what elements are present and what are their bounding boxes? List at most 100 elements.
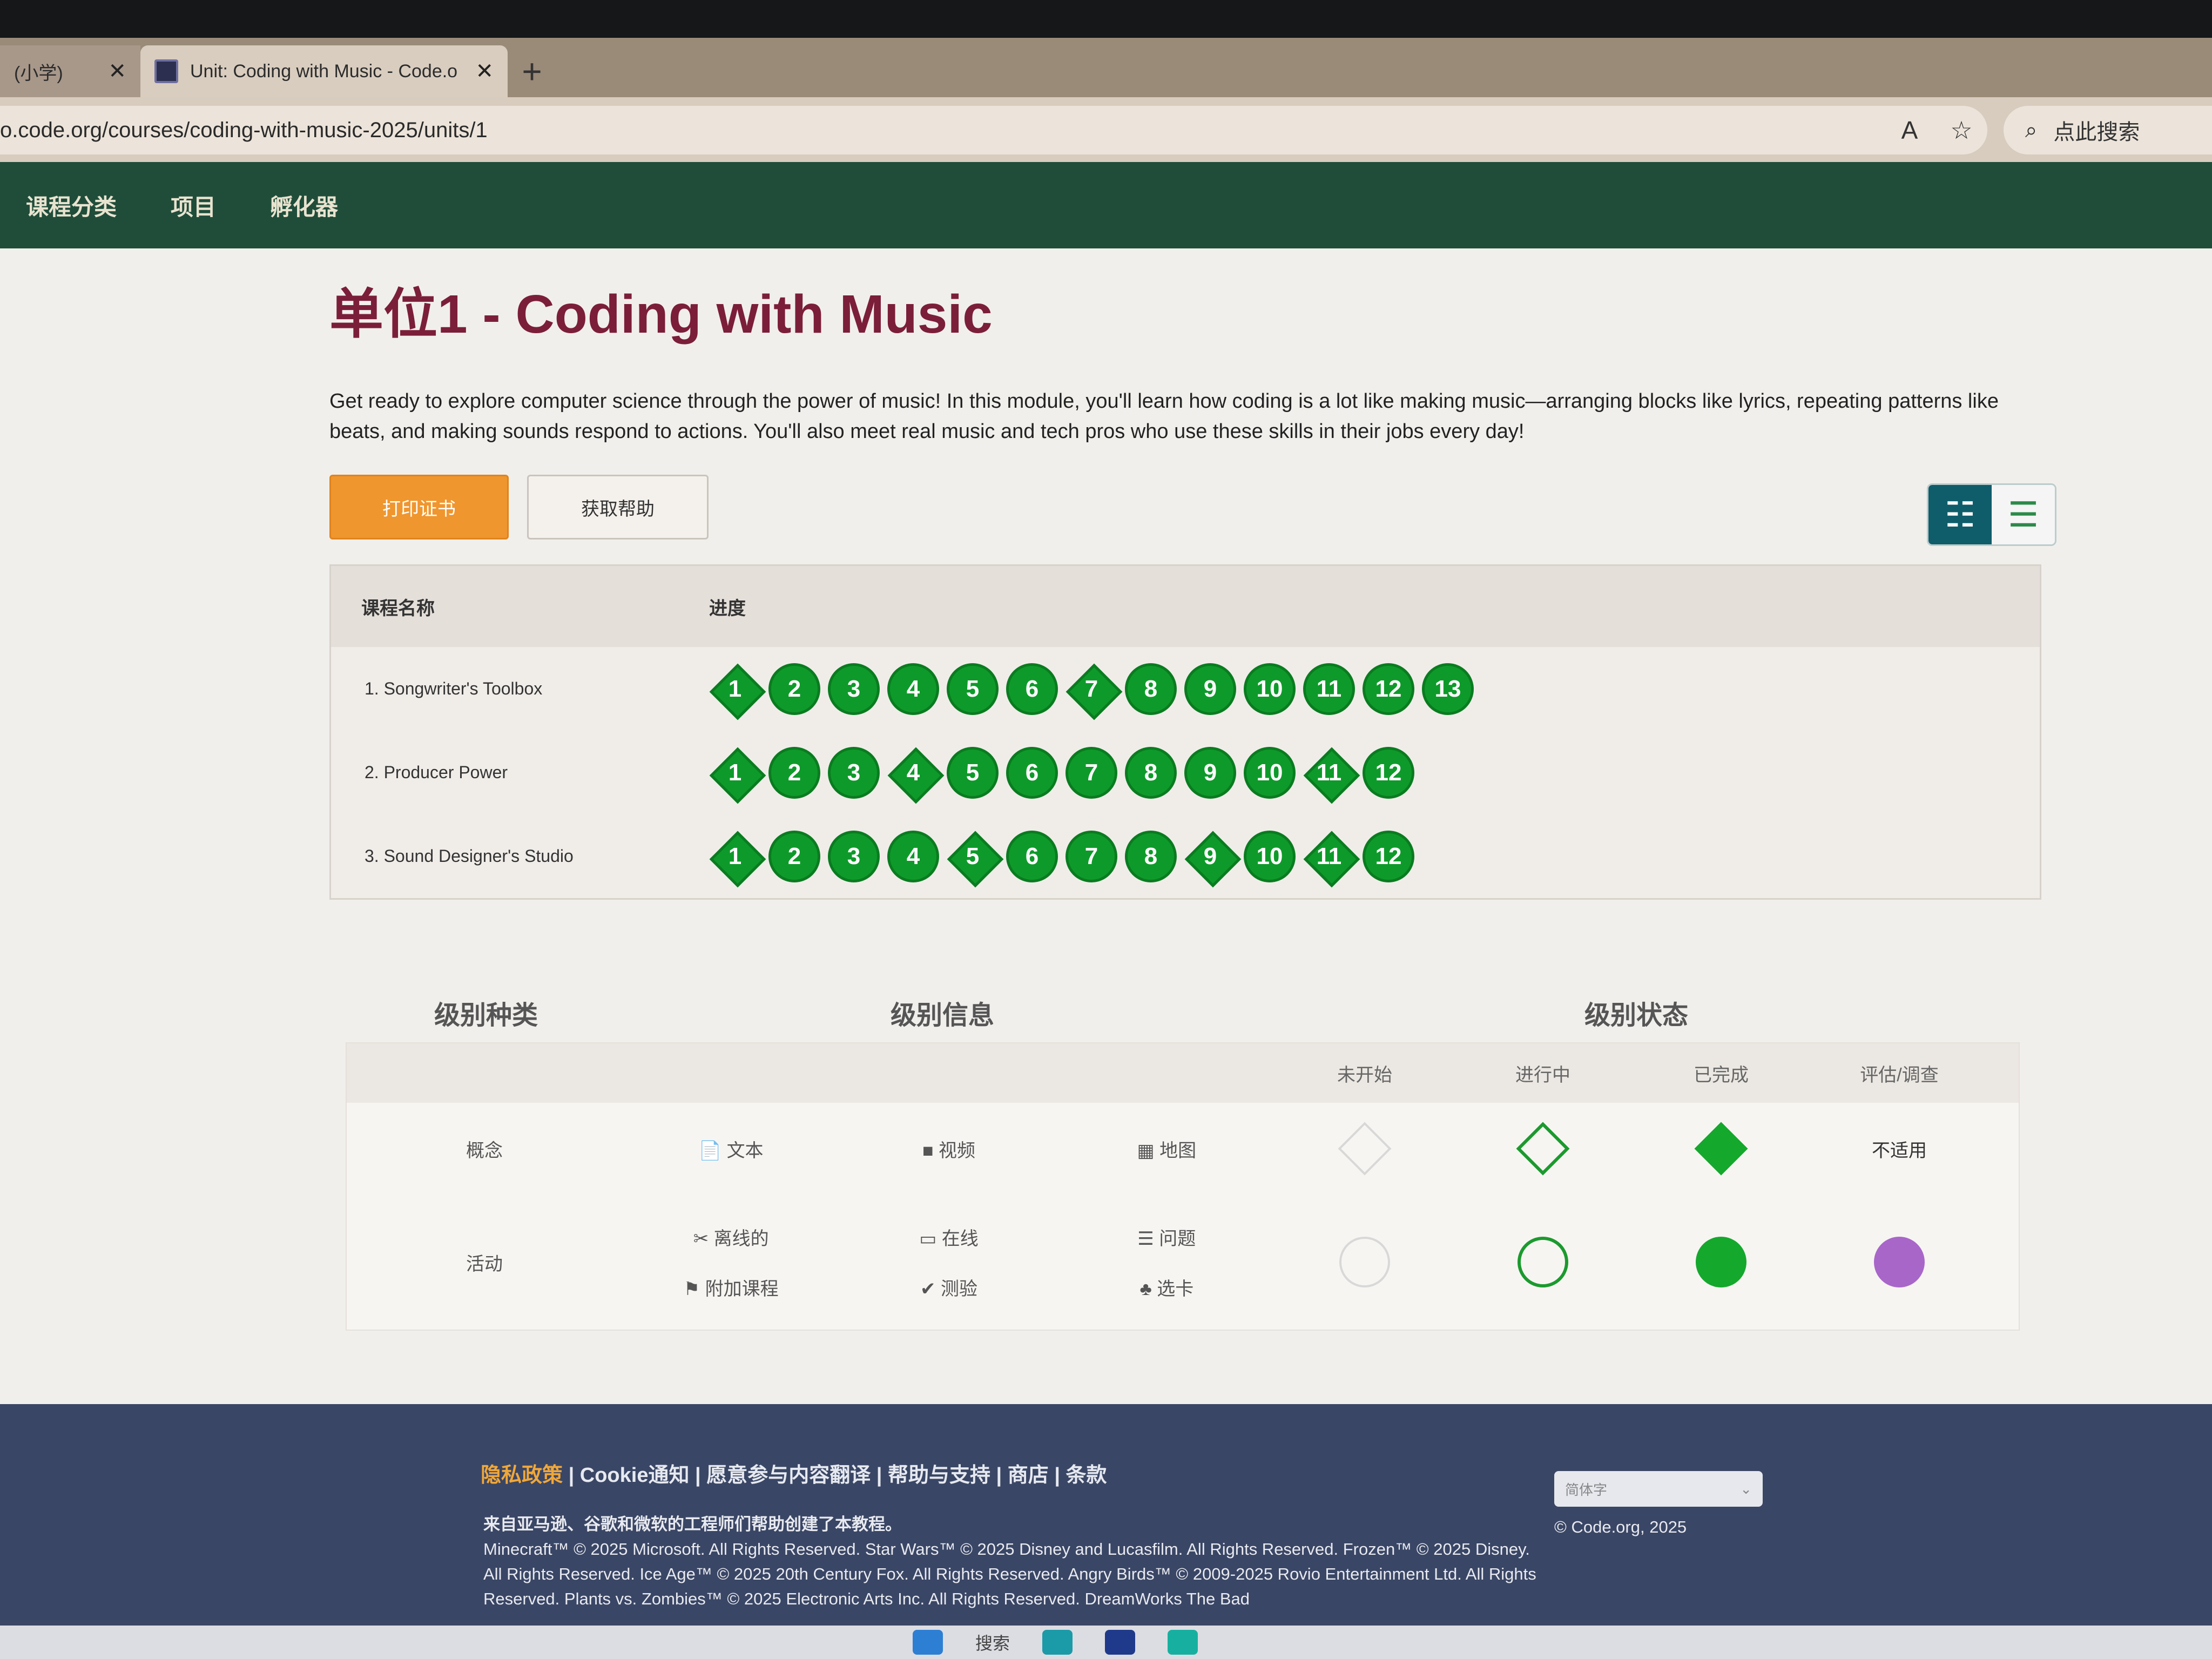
level-circle-bubble[interactable]: 8: [1125, 746, 1177, 799]
level-number: 8: [1144, 759, 1158, 786]
level-circle-bubble[interactable]: 4: [887, 830, 939, 882]
browser-tab-strip: (小学) ✕ Unit: Coding with Music - Code.o …: [0, 38, 2212, 97]
map-type: ▦ 地图: [1058, 1136, 1276, 1162]
level-circle-bubble[interactable]: 3: [828, 663, 880, 715]
nav-projects[interactable]: 项目: [171, 189, 216, 222]
cookie-link[interactable]: Cookie通知: [580, 1464, 690, 1487]
detail-view-icon[interactable]: ☷: [1928, 485, 1992, 544]
level-diamond-bubble[interactable]: 11: [1303, 747, 1355, 799]
concept-status-shapes: 不适用: [1276, 1122, 1988, 1176]
level-circle-bubble[interactable]: 9: [1184, 663, 1236, 715]
edge-icon[interactable]: [1042, 1630, 1073, 1655]
level-circle-bubble[interactable]: 12: [1363, 746, 1414, 799]
lesson-name[interactable]: 1. Songwriter's Toolbox: [331, 679, 709, 699]
favorite-star-icon[interactable]: ☆: [1936, 116, 1987, 145]
translate-link[interactable]: 愿意参与内容翻译: [706, 1464, 871, 1487]
level-circle-bubble[interactable]: 10: [1244, 746, 1296, 799]
concept-not-started: [1276, 1122, 1454, 1176]
level-diamond-bubble[interactable]: 7: [1065, 663, 1117, 715]
language-select[interactable]: 简体字 ⌄: [1554, 1471, 1763, 1507]
nav-incubator[interactable]: 孵化器: [270, 189, 338, 222]
taskbar-search[interactable]: 搜索: [975, 1630, 1010, 1655]
level-circle-bubble[interactable]: 5: [947, 746, 999, 799]
level-bubbles: 1 2 3 4 5 6 7 8 9 10 11 12 13: [709, 663, 1474, 715]
level-number: 3: [847, 759, 861, 786]
level-number: 1: [728, 759, 742, 786]
close-tab-icon[interactable]: ✕: [108, 59, 126, 84]
legend-info-heading: 级别信息: [890, 1001, 994, 1030]
close-tab-icon[interactable]: ✕: [475, 59, 494, 84]
level-circle-bubble[interactable]: 12: [1363, 663, 1414, 715]
level-diamond-bubble[interactable]: 4: [887, 747, 939, 799]
level-diamond-bubble[interactable]: 1: [709, 747, 761, 799]
level-circle-bubble[interactable]: 6: [1006, 663, 1058, 715]
level-circle-bubble[interactable]: 2: [768, 663, 820, 715]
app-icon[interactable]: [1105, 1630, 1136, 1655]
store-link[interactable]: 商店: [1008, 1464, 1049, 1487]
help-link[interactable]: 帮助与支持: [888, 1464, 990, 1487]
browser-search-box[interactable]: ⌕ 点此搜索: [2004, 106, 2212, 154]
list-view-icon[interactable]: ☰: [1992, 485, 2055, 544]
activity-in-progress: [1454, 1237, 1632, 1287]
new-tab-button[interactable]: +: [508, 45, 556, 97]
level-number: 9: [1203, 842, 1217, 869]
level-circle-bubble[interactable]: 7: [1065, 746, 1117, 799]
page-title: 单位1 - Coding with Music: [329, 284, 993, 345]
level-circle-bubble[interactable]: 13: [1422, 663, 1474, 715]
status-assessment: 评估/调查: [1860, 1064, 1939, 1085]
level-circle-bubble[interactable]: 9: [1184, 746, 1236, 799]
windows-start-icon[interactable]: [913, 1630, 943, 1655]
nav-course-catalog[interactable]: 课程分类: [26, 189, 117, 222]
level-circle-bubble[interactable]: 6: [1006, 746, 1058, 799]
footer-links: 隐私政策 | Cookie通知 | 愿意参与内容翻译 | 帮助与支持 | 商店 …: [481, 1464, 1107, 1487]
app-icon[interactable]: [1168, 1630, 1198, 1655]
print-certificate-button[interactable]: 打印证书: [329, 475, 509, 539]
search-placeholder: 点此搜索: [2053, 120, 2140, 144]
monitor-icon: ▭: [919, 1229, 937, 1249]
url-text[interactable]: o.code.org/courses/coding-with-music-202…: [0, 118, 1884, 143]
browser-tab-active[interactable]: Unit: Coding with Music - Code.o ✕: [140, 45, 508, 97]
browser-tab-inactive[interactable]: (小学) ✕: [0, 45, 140, 97]
concept-types: 📄 文本 ■ 视频 ▦ 地图: [622, 1136, 1276, 1162]
bonus-type-label: 附加课程: [705, 1279, 779, 1299]
level-number: 7: [1084, 759, 1098, 786]
privacy-link[interactable]: 隐私政策: [481, 1464, 563, 1487]
concept-in-progress: [1454, 1122, 1632, 1176]
level-circle-bubble[interactable]: 2: [768, 830, 820, 882]
level-circle-bubble[interactable]: 4: [887, 663, 939, 715]
get-help-button[interactable]: 获取帮助: [527, 475, 709, 539]
scissors-icon: ✂: [693, 1229, 709, 1249]
level-circle-bubble[interactable]: 3: [828, 746, 880, 799]
lesson-name[interactable]: 3. Sound Designer's Studio: [331, 846, 709, 866]
concept-completed: [1632, 1122, 1810, 1176]
address-bar[interactable]: o.code.org/courses/coding-with-music-202…: [0, 106, 1987, 154]
level-diamond-bubble[interactable]: 11: [1303, 831, 1355, 882]
level-circle-bubble[interactable]: 5: [947, 663, 999, 715]
text-type: 📄 文本: [622, 1136, 840, 1162]
level-circle-bubble[interactable]: 10: [1244, 830, 1296, 882]
level-number: 8: [1144, 842, 1158, 869]
level-circle-bubble[interactable]: 2: [768, 746, 820, 799]
level-circle-bubble[interactable]: 8: [1125, 830, 1177, 882]
level-circle-bubble[interactable]: 7: [1065, 830, 1117, 882]
level-circle-bubble[interactable]: 6: [1006, 830, 1058, 882]
level-diamond-bubble[interactable]: 1: [709, 831, 761, 882]
read-aloud-icon[interactable]: A: [1884, 116, 1936, 145]
credit-cn: 来自亚马逊、谷歌和微软的工程师们帮助创建了本教程。: [483, 1515, 902, 1534]
lesson-name[interactable]: 2. Producer Power: [331, 763, 709, 783]
level-circle-bubble[interactable]: 11: [1303, 663, 1355, 715]
level-circle-bubble[interactable]: 8: [1125, 663, 1177, 715]
level-diamond-bubble[interactable]: 9: [1184, 831, 1236, 882]
unit-main: 单位1 - Coding with Music Get ready to exp…: [329, 254, 2058, 900]
level-number: 6: [1025, 842, 1039, 869]
level-circle-bubble[interactable]: 12: [1363, 830, 1414, 882]
level-diamond-bubble[interactable]: 1: [709, 663, 761, 715]
level-diamond-bubble[interactable]: 5: [947, 831, 999, 882]
level-number: 9: [1203, 759, 1217, 786]
level-circle-bubble[interactable]: 3: [828, 830, 880, 882]
progress-header: 进度: [709, 598, 746, 619]
terms-link[interactable]: 条款: [1066, 1464, 1107, 1487]
search-icon: ⌕: [2025, 118, 2038, 142]
level-circle-bubble[interactable]: 10: [1244, 663, 1296, 715]
view-toggle: ☷ ☰: [1927, 483, 2056, 546]
